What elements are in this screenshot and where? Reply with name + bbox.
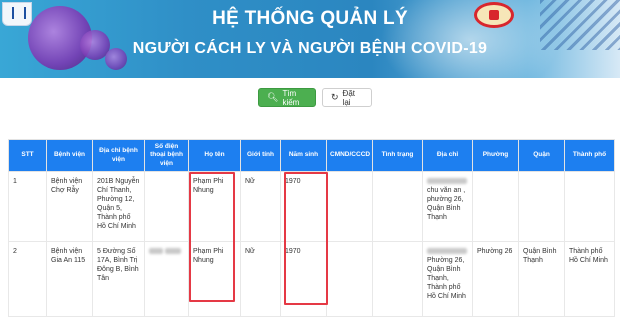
cell-hospital-phone — [144, 241, 189, 317]
search-button[interactable]: 🔍︎ Tìm kiếm — [258, 88, 316, 107]
column-header: Quận — [518, 139, 565, 172]
column-header: CMND/CCCD — [326, 139, 373, 172]
cell-name: Phạm Phi Nhung — [188, 171, 241, 242]
patients-table-container: STT Bệnh viện Địa chỉ bệnh viện Số điện … — [8, 139, 615, 317]
cell-hospital-phone — [144, 171, 189, 242]
column-header: Tình trạng — [372, 139, 423, 172]
cell-hospital: Bệnh viện Chợ Rẫy — [46, 171, 93, 242]
cell-status — [372, 171, 423, 242]
cell-id-number — [326, 171, 373, 242]
cell-address: Phường 26, Quận Bình Thạnh, Thành phố Hồ… — [422, 241, 473, 317]
column-header: Địa chỉ bệnh viện — [92, 139, 145, 172]
cell-birth-year: 1970 — [280, 241, 327, 317]
page-subtitle: NGƯỜI CÁCH LY VÀ NGƯỜI BỆNH COVID-19 — [132, 40, 488, 57]
column-header: Năm sinh — [280, 139, 327, 172]
column-header: Bệnh viện — [46, 139, 93, 172]
cell-name: Phạm Phi Nhung — [188, 241, 241, 317]
table-header-row: STT Bệnh viện Địa chỉ bệnh viện Số điện … — [8, 139, 615, 172]
cell-address-text: chu văn an , phường 26, Quận Bình Thạnh — [427, 187, 466, 222]
cell-hospital: Bệnh viện Gia An 115 — [46, 241, 93, 317]
cell-gender: Nữ — [240, 241, 281, 317]
redacted-text — [427, 178, 467, 185]
cell-ward: Phường 26 — [472, 241, 519, 317]
page-title: HỆ THỐNG QUẢN LÝ — [212, 8, 408, 29]
reset-button-label: Đặt lại — [342, 88, 355, 107]
column-header: Họ tên — [188, 139, 241, 172]
search-icon: 🔍︎ — [267, 92, 279, 102]
search-button-label: Tìm kiếm — [282, 88, 300, 107]
cell-address: chu văn an , phường 26, Quận Bình Thạnh — [422, 171, 473, 242]
column-header: STT — [8, 139, 47, 172]
table-row[interactable]: 1 Bệnh viện Chợ Rẫy 201B Nguyễn Chí Than… — [8, 171, 615, 242]
action-bar: 🔍︎ Tìm kiếm ↻ Đặt lại — [0, 86, 620, 110]
column-header: Giới tính — [240, 139, 281, 172]
cell-id-number — [326, 241, 373, 317]
cell-hospital-address: 201B Nguyễn Chí Thanh, Phường 12, Quận 5… — [92, 171, 145, 242]
cell-status — [372, 241, 423, 317]
table-row[interactable]: 2 Bệnh viện Gia An 115 5 Đường Số 17A, B… — [8, 241, 615, 317]
cell-city — [564, 171, 615, 242]
refresh-icon: ↻ — [331, 92, 339, 102]
redacted-text — [427, 248, 467, 255]
redacted-text — [164, 248, 181, 255]
cell-city: Thành phố Hồ Chí Minh — [564, 241, 615, 317]
column-header: Địa chỉ — [422, 139, 473, 172]
column-header: Số điện thoại bệnh viện — [144, 139, 189, 172]
cell-gender: Nữ — [240, 171, 281, 242]
cell-address-text: Phường 26, Quận Bình Thạnh, Thành phố Hồ… — [427, 257, 466, 301]
header-banner: HỆ THỐNG QUẢN LÝ NGƯỜI CÁCH LY VÀ NGƯỜI … — [0, 0, 620, 78]
cell-stt: 1 — [8, 171, 47, 242]
cell-district: Quận Bình Thạnh — [518, 241, 565, 317]
patients-table: STT Bệnh viện Địa chỉ bệnh viện Số điện … — [8, 139, 615, 317]
cell-ward — [472, 171, 519, 242]
cell-hospital-address: 5 Đường Số 17A, Bình Trị Đông B, Bình Tâ… — [92, 241, 145, 317]
cell-district — [518, 171, 565, 242]
column-header: Phường — [472, 139, 519, 172]
column-header: Thành phố — [564, 139, 615, 172]
cell-stt: 2 — [8, 241, 47, 317]
reset-button[interactable]: ↻ Đặt lại — [322, 88, 372, 107]
redacted-text — [149, 248, 163, 255]
cell-birth-year: 1970 — [280, 171, 327, 242]
